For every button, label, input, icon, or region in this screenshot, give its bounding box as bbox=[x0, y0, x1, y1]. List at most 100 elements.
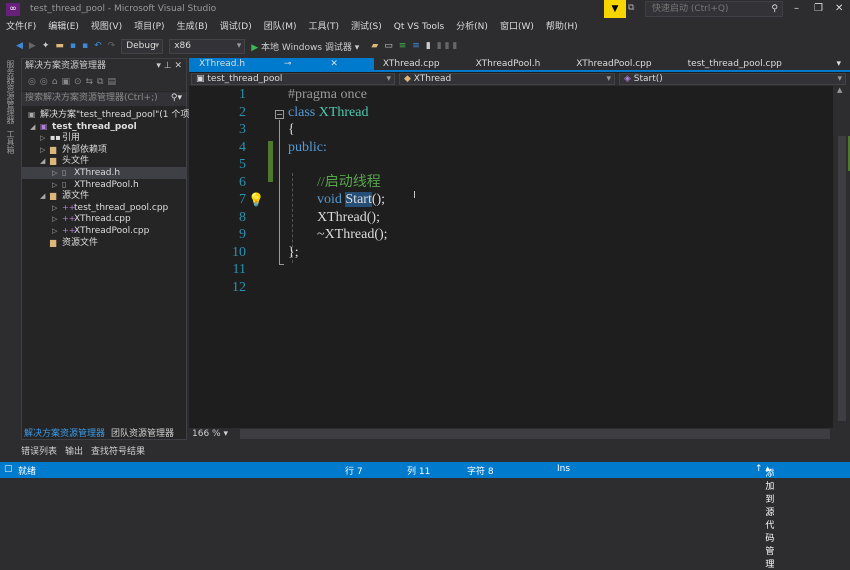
tree-item-test-thread-pool-cpp[interactable]: ▷ ++test_thread_pool.cpp bbox=[22, 202, 186, 214]
tab-error-list[interactable]: 错误列表 bbox=[21, 444, 57, 457]
tree-item-external-deps[interactable]: ▷ ▆ 外部依赖项 bbox=[22, 144, 186, 156]
project-dropdown[interactable]: ▣ test_thread_pool ▾ bbox=[191, 73, 395, 85]
tab-xthread-cpp[interactable]: XThread.cpp bbox=[378, 58, 445, 70]
server-explorer-tab[interactable]: 服务器资源管理器 bbox=[5, 60, 16, 124]
tab-xthreadpool-h[interactable]: XThreadPool.h bbox=[471, 58, 546, 70]
menu-window[interactable]: 窗口(W) bbox=[494, 19, 540, 35]
tab-team-explorer[interactable]: 团队资源管理器 bbox=[108, 428, 177, 440]
dropdown-icon[interactable]: ▾ bbox=[156, 61, 161, 71]
folder-icon: ▆ bbox=[50, 237, 57, 247]
tab-solution-explorer[interactable]: 解决方案资源管理器 bbox=[21, 428, 108, 440]
menu-project[interactable]: 项目(P) bbox=[128, 19, 170, 35]
save-all-icon[interactable]: ▪ bbox=[82, 41, 88, 51]
menu-file[interactable]: 文件(F) bbox=[0, 19, 42, 35]
pending-changes-icon[interactable]: ⊙ bbox=[74, 77, 86, 87]
project-icon: ▣ bbox=[40, 121, 48, 131]
code-line-3: { bbox=[288, 122, 295, 137]
tree-item-xthreadpool-cpp[interactable]: ▷ ++XThreadPool.cpp bbox=[22, 225, 186, 237]
menu-edit[interactable]: 编辑(E) bbox=[42, 19, 85, 35]
menu-qt-vs-tools[interactable]: Qt VS Tools bbox=[388, 19, 450, 35]
home-icon[interactable]: ⌂ bbox=[52, 77, 62, 87]
tree-label: 头文件 bbox=[62, 156, 90, 167]
solution-search-input[interactable]: 搜索解决方案资源管理器(Ctrl+;) ⚲▾ bbox=[22, 92, 186, 106]
back-icon[interactable]: ◎ bbox=[28, 77, 40, 87]
tab-test-thread-pool-cpp[interactable]: test_thread_pool.cpp bbox=[683, 58, 787, 70]
tree-item-xthread-h[interactable]: ▷ ▯ XThread.h bbox=[22, 166, 186, 179]
member-value: Start() bbox=[633, 74, 663, 84]
text-cursor-icon: I bbox=[413, 190, 416, 201]
open-icon[interactable]: ▬ bbox=[55, 41, 64, 51]
code-line-4: public: bbox=[288, 139, 327, 155]
forward-icon[interactable]: ▶ bbox=[29, 41, 36, 51]
member-dropdown[interactable]: ◈ Start() ▾ bbox=[619, 73, 846, 85]
solution-config-icon[interactable]: ▭ bbox=[384, 41, 393, 51]
keyword: void bbox=[317, 192, 346, 207]
collapse-icon[interactable]: ⧉ bbox=[97, 77, 107, 87]
close-button[interactable]: ✕ bbox=[835, 3, 843, 14]
bookmark-nav-icon[interactable]: ▮ ▮ ▮ bbox=[437, 41, 458, 51]
menu-build[interactable]: 生成(B) bbox=[171, 19, 214, 35]
menu-tools[interactable]: 工具(T) bbox=[303, 19, 346, 35]
switch-view-icon[interactable]: ▣ bbox=[61, 77, 74, 87]
toolbox-tab[interactable]: 工具箱 bbox=[5, 130, 16, 154]
pin-icon[interactable]: ⊥ bbox=[164, 61, 172, 71]
start-debugger-button[interactable]: ▶ 本地 Windows 调试器 ▾ bbox=[251, 40, 359, 53]
feedback-icon[interactable]: ⧉ bbox=[628, 3, 634, 13]
tab-output[interactable]: 输出 bbox=[65, 444, 83, 457]
scrollbar-thumb[interactable] bbox=[838, 136, 846, 421]
config-dropdown[interactable]: Debug ▾ bbox=[121, 38, 164, 54]
tab-xthreadpool-cpp[interactable]: XThreadPool.cpp bbox=[571, 58, 656, 70]
menu-test[interactable]: 测试(S) bbox=[345, 19, 388, 35]
type-name: XThread bbox=[318, 104, 369, 120]
menu-help[interactable]: 帮助(H) bbox=[540, 19, 584, 35]
sync-icon[interactable]: ⇆ bbox=[86, 77, 98, 87]
platform-dropdown[interactable]: x86 ▾ bbox=[169, 38, 246, 54]
menu-team[interactable]: 团队(M) bbox=[258, 19, 303, 35]
tree-item-solution[interactable]: ▣ 解决方案"test_thread_pool"(1 个项目) bbox=[22, 109, 202, 121]
quick-launch-input[interactable]: 快速启动 (Ctrl+Q) ⚲ bbox=[645, 1, 783, 17]
menu-analyze[interactable]: 分析(N) bbox=[450, 19, 494, 35]
tab-list-dropdown-icon[interactable]: ▾ bbox=[831, 58, 846, 71]
undo-icon[interactable]: ↶ bbox=[94, 41, 102, 51]
zoom-level-dropdown[interactable]: 166 % ▾ bbox=[189, 429, 228, 439]
back-icon[interactable]: ◀ bbox=[16, 41, 23, 51]
start-debugger-label: 本地 Windows 调试器 bbox=[261, 42, 352, 53]
menu-view[interactable]: 视图(V) bbox=[85, 19, 128, 35]
tree-item-xthreadpool-h[interactable]: ▷ ▯ XThreadPool.h bbox=[22, 179, 186, 191]
scroll-up-icon[interactable]: ▲ bbox=[837, 86, 842, 94]
tree-label: test_thread_pool bbox=[52, 121, 137, 132]
close-tab-icon[interactable]: ✕ bbox=[325, 59, 343, 69]
redo-icon[interactable]: ↷ bbox=[108, 41, 116, 51]
solution-panel-tabs: 解决方案资源管理器 团队资源管理器 bbox=[21, 428, 187, 440]
menu-debug[interactable]: 调试(D) bbox=[214, 19, 258, 35]
properties-icon[interactable]: ▤ bbox=[107, 77, 120, 87]
tree-item-project[interactable]: ◢ ▣ test_thread_pool bbox=[22, 121, 186, 133]
platform-value: x86 bbox=[174, 40, 191, 51]
restore-button[interactable]: ❐ bbox=[814, 3, 823, 14]
vertical-scrollbar[interactable]: ▲ bbox=[833, 86, 850, 428]
tab-find-symbol-results[interactable]: 查找符号结果 bbox=[91, 444, 145, 457]
source-control-button[interactable]: ↑ 添加到源代码管理 ▴ bbox=[755, 464, 774, 570]
new-project-icon[interactable]: ✦ bbox=[42, 41, 50, 51]
bookmark-icon[interactable]: ▮ bbox=[426, 41, 431, 51]
tree-label: XThread.cpp bbox=[74, 214, 131, 225]
notification-flag-icon[interactable]: ▼ bbox=[604, 0, 626, 18]
close-icon[interactable]: ✕ bbox=[174, 61, 182, 71]
tree-item-header-files[interactable]: ◢ ▆ 头文件 bbox=[22, 155, 186, 167]
selected-text: Start bbox=[345, 192, 372, 207]
tree-item-resource-files[interactable]: ▆ 资源文件 bbox=[22, 237, 186, 249]
uncomment-icon[interactable]: ≡ bbox=[412, 41, 420, 51]
horizontal-scrollbar[interactable] bbox=[239, 429, 830, 439]
code-area[interactable]: #pragma once class XThread { public: //启… bbox=[189, 86, 829, 428]
find-icon[interactable]: ▰ bbox=[371, 41, 378, 51]
class-dropdown[interactable]: ◆ XThread ▾ bbox=[399, 73, 615, 85]
pin-icon[interactable]: ⊸ bbox=[279, 59, 297, 69]
forward-icon[interactable]: ◎ bbox=[40, 77, 52, 87]
tree-item-xthread-cpp[interactable]: ▷ ++XThread.cpp bbox=[22, 213, 186, 225]
minimize-button[interactable]: – bbox=[794, 3, 799, 14]
tree-item-references[interactable]: ▷ ▪▪引用 bbox=[22, 132, 186, 144]
tree-item-source-files[interactable]: ◢ ▆ 源文件 bbox=[22, 190, 186, 202]
comment-icon[interactable]: ≡ bbox=[399, 41, 407, 51]
save-icon[interactable]: ▪ bbox=[70, 41, 76, 51]
tab-xthread-h[interactable]: XThread.h ⊸ ✕ bbox=[189, 58, 374, 70]
